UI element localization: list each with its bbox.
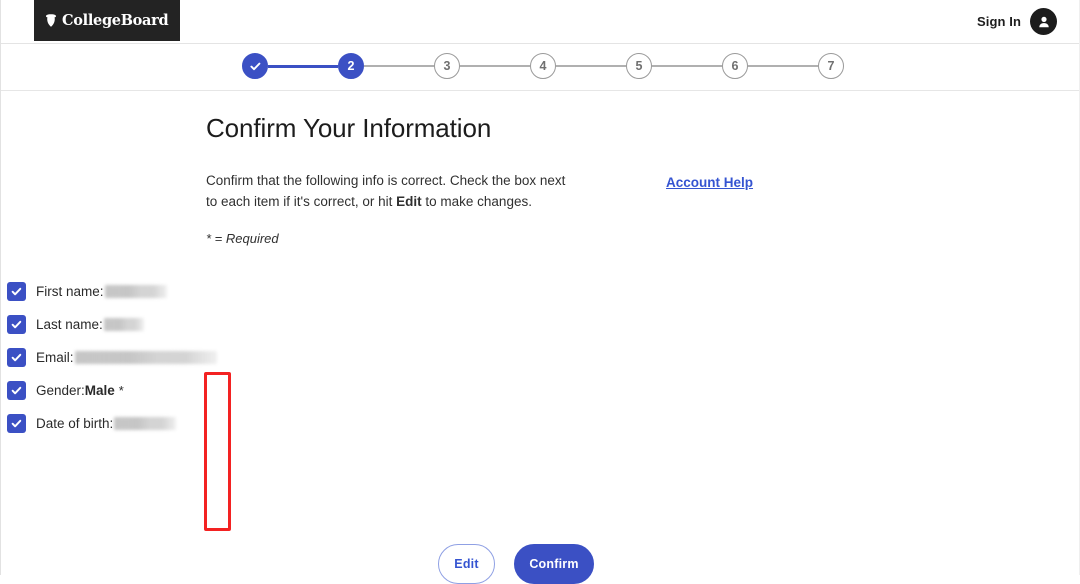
account-help-link[interactable]: Account Help — [666, 175, 753, 190]
step-1-complete[interactable] — [242, 53, 268, 79]
check-icon — [11, 320, 22, 329]
step-5[interactable]: 5 — [626, 53, 652, 79]
redacted-value-last-name — [103, 318, 144, 331]
step-connector-2-3 — [364, 65, 434, 67]
checklist-row-email: Email: — [1, 341, 217, 374]
step-4[interactable]: 4 — [530, 53, 556, 79]
step-3[interactable]: 3 — [434, 53, 460, 79]
check-icon — [11, 287, 22, 296]
progress-stepper: 2 3 4 5 6 7 — [242, 53, 844, 79]
checklist-row-last-name: Last name: — [1, 308, 217, 341]
person-glyph-icon — [1038, 16, 1049, 27]
checklist-row-first-name: First name: — [1, 275, 217, 308]
field-value-gender: Male — [84, 383, 115, 398]
check-icon — [11, 386, 22, 395]
checklist-label-first-name: First name: — [36, 284, 167, 299]
field-label-last-name: Last name: — [36, 317, 103, 332]
checkbox-first-name[interactable] — [7, 282, 26, 301]
redacted-value-email — [74, 351, 217, 364]
checkbox-gender[interactable] — [7, 381, 26, 400]
field-label-gender: Gender: — [36, 383, 85, 398]
checklist-row-gender: Gender: Male * — [1, 374, 217, 407]
step-connector-5-6 — [652, 65, 722, 67]
check-icon — [249, 62, 260, 70]
step-6[interactable]: 6 — [722, 53, 748, 79]
acorn-icon — [46, 13, 56, 27]
intro-text-bold-edit: Edit — [396, 194, 422, 209]
progress-stepper-bar: 2 3 4 5 6 7 — [1, 44, 1079, 91]
person-avatar-icon[interactable] — [1030, 8, 1057, 35]
action-button-row: Edit Confirm — [438, 544, 594, 584]
redacted-value-first-name — [104, 285, 167, 298]
field-label-first-name: First name: — [36, 284, 104, 299]
intro-paragraph: Confirm that the following info is corre… — [206, 170, 576, 212]
checkbox-last-name[interactable] — [7, 315, 26, 334]
intro-text-suffix: to make changes. — [421, 194, 532, 209]
confirm-button[interactable]: Confirm — [514, 544, 594, 584]
logo-wordmark: CollegeBoard — [62, 12, 169, 29]
field-label-date-of-birth: Date of birth: — [36, 416, 114, 431]
collegeboard-logo[interactable]: CollegeBoard — [34, 0, 181, 41]
required-asterisk-gender: * — [118, 383, 124, 398]
content-column: Confirm Your Information Confirm that th… — [206, 113, 826, 246]
page-title: Confirm Your Information — [206, 113, 492, 143]
step-connector-4-5 — [556, 65, 626, 67]
checklist-label-last-name: Last name: — [36, 317, 144, 332]
step-connector-6-7 — [748, 65, 818, 67]
checklist-label-email: Email: — [36, 350, 217, 365]
check-icon — [11, 353, 22, 362]
page-root: CollegeBoard Sign In 2 3 4 5 6 7 Confirm… — [0, 0, 1080, 584]
step-connector-1-2 — [268, 64, 338, 68]
edit-button[interactable]: Edit — [438, 544, 495, 584]
step-connector-3-4 — [460, 65, 530, 67]
field-label-email: Email: — [36, 350, 74, 365]
required-legend: * = Required — [206, 231, 279, 246]
checklist-row-date-of-birth: Date of birth: — [1, 407, 217, 440]
checklist-label-date-of-birth: Date of birth: — [36, 416, 177, 431]
confirm-checklist: First name: Last name: Email: Gender: Ma… — [1, 275, 217, 440]
check-icon — [11, 419, 22, 428]
checkbox-date-of-birth[interactable] — [7, 414, 26, 433]
step-2-current[interactable]: 2 — [338, 53, 364, 79]
step-7[interactable]: 7 — [818, 53, 844, 79]
checklist-label-gender: Gender: Male * — [36, 383, 124, 398]
signin-label[interactable]: Sign In — [977, 14, 1021, 29]
redacted-value-date-of-birth — [114, 417, 177, 430]
checkbox-email[interactable] — [7, 348, 26, 367]
signin-area[interactable]: Sign In — [977, 0, 1057, 43]
intro-row: Confirm that the following info is corre… — [206, 170, 826, 246]
site-header: CollegeBoard Sign In — [1, 0, 1079, 44]
